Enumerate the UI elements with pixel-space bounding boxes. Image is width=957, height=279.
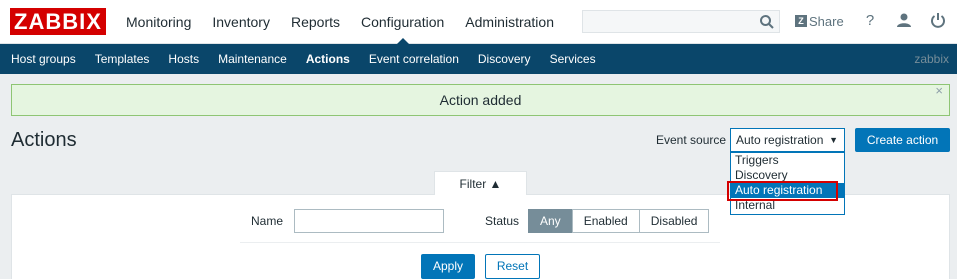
- zabbix-logo[interactable]: ZABBIX: [10, 8, 106, 35]
- user-profile-icon[interactable]: [895, 12, 913, 30]
- annotation-highlight: [727, 181, 838, 201]
- share-label: Share: [809, 13, 844, 29]
- reset-button[interactable]: Reset: [485, 254, 540, 279]
- event-source-select[interactable]: Auto registration ▼: [730, 128, 845, 152]
- menu-inventory[interactable]: Inventory: [212, 0, 270, 44]
- filter-tab[interactable]: Filter ▲: [434, 171, 527, 195]
- event-source-selected: Auto registration: [736, 133, 824, 147]
- filter-status-label: Status: [485, 214, 520, 228]
- chevron-down-icon: ▼: [829, 135, 838, 145]
- page-title: Actions: [11, 129, 77, 151]
- status-disabled-button[interactable]: Disabled: [638, 209, 710, 233]
- search-icon[interactable]: [759, 14, 775, 30]
- filter-name-label: Name: [251, 214, 284, 228]
- subnav-discovery[interactable]: Discovery: [478, 44, 531, 74]
- current-user: zabbix: [914, 52, 949, 66]
- subnav-templates[interactable]: Templates: [95, 44, 150, 74]
- subnav-event-correlation[interactable]: Event correlation: [369, 44, 459, 74]
- status-any-button[interactable]: Any: [528, 209, 573, 233]
- filter-divider: [240, 242, 720, 243]
- share-icon: Z: [795, 15, 807, 27]
- subnav-hosts[interactable]: Hosts: [168, 44, 199, 74]
- close-icon[interactable]: ×: [935, 76, 943, 106]
- filter-name-input[interactable]: [294, 209, 444, 233]
- search-input[interactable]: [582, 10, 780, 33]
- menu-configuration[interactable]: Configuration: [361, 0, 444, 44]
- top-bar: ZABBIX Monitoring Inventory Reports Conf…: [0, 0, 957, 44]
- menu-reports[interactable]: Reports: [291, 0, 340, 44]
- apply-button[interactable]: Apply: [421, 254, 475, 279]
- subnav-actions[interactable]: Actions: [306, 44, 350, 74]
- main-menu: Monitoring Inventory Reports Configurati…: [126, 0, 575, 44]
- share-link[interactable]: Z Share: [795, 12, 844, 30]
- success-message-text: Action added: [439, 92, 522, 108]
- subnav-host-groups[interactable]: Host groups: [11, 44, 76, 74]
- success-message: Action added ×: [11, 83, 950, 116]
- subnav-maintenance[interactable]: Maintenance: [218, 44, 287, 74]
- status-enabled-button[interactable]: Enabled: [571, 209, 640, 233]
- menu-administration[interactable]: Administration: [465, 0, 554, 44]
- logout-icon[interactable]: [929, 12, 947, 30]
- menu-monitoring[interactable]: Monitoring: [126, 0, 191, 44]
- create-action-button[interactable]: Create action: [855, 128, 950, 152]
- sub-navigation: Host groups Templates Hosts Maintenance …: [0, 44, 957, 74]
- option-triggers[interactable]: Triggers: [731, 153, 844, 168]
- status-segmented-control: Any Enabled Disabled: [528, 209, 710, 233]
- event-source-label: Event source: [656, 133, 727, 147]
- subnav-services[interactable]: Services: [550, 44, 596, 74]
- help-icon[interactable]: ?: [861, 12, 879, 30]
